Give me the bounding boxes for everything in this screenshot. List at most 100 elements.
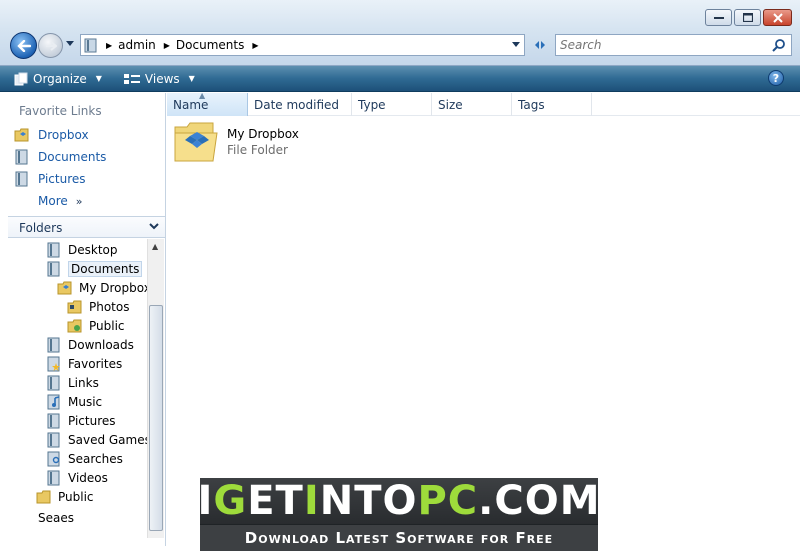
minimize-button[interactable] — [705, 9, 732, 26]
tree-item-music[interactable]: Music — [46, 392, 102, 411]
desktop-folder-icon — [47, 242, 60, 257]
column-label: Date modified — [254, 98, 340, 112]
address-bar[interactable]: ▶ admin ▶ Documents ▶ — [80, 34, 525, 56]
views-chevron-down-icon: ▼ — [188, 74, 195, 83]
chevron-down-icon — [149, 223, 159, 230]
tree-item-label: Pictures — [68, 413, 116, 428]
tree-item-desktop[interactable]: Desktop — [46, 240, 118, 259]
watermark-logo-part: I — [197, 478, 214, 524]
recent-pages-chevron-down-icon[interactable] — [66, 41, 74, 46]
tree-item-partial[interactable]: Seaes — [38, 508, 74, 527]
dropbox-folder-icon — [57, 281, 72, 294]
forward-button[interactable] — [38, 33, 63, 58]
close-icon — [772, 12, 783, 23]
watermark-logo-part: ET — [247, 478, 304, 524]
folders-header: Folders — [19, 221, 63, 235]
folder-icon — [36, 490, 51, 503]
more-label: More — [38, 194, 68, 208]
tree-item-saved-games[interactable]: Saved Games — [46, 430, 151, 449]
tree-item-label: Public — [58, 489, 94, 504]
tree-item-label: Documents — [68, 260, 143, 277]
organize-icon — [14, 72, 28, 85]
tree-item-label: Links — [68, 375, 99, 390]
watermark-logo-part: PC — [417, 478, 479, 524]
tree-item-pictures[interactable]: Pictures — [46, 411, 116, 430]
favorites-star-icon — [47, 356, 60, 371]
tree-item-my-dropbox[interactable]: My Dropbox — [57, 278, 151, 297]
tree-scrollbar[interactable]: ▲ — [147, 239, 164, 538]
breadcrumb-admin[interactable]: admin — [118, 38, 156, 52]
tree-item-public-sub[interactable]: Public — [67, 316, 125, 335]
column-label: Tags — [518, 98, 545, 112]
tree-item-downloads[interactable]: Downloads — [46, 335, 134, 354]
column-header-date-modified[interactable]: Date modified — [248, 93, 352, 116]
maximize-icon — [742, 13, 753, 22]
organize-button[interactable]: Organize ▼ — [0, 66, 110, 92]
refresh-button[interactable] — [529, 36, 551, 54]
favorite-link-label: Dropbox — [38, 128, 89, 142]
dropbox-folder-icon — [174, 122, 218, 162]
watermark-logo-part: G — [213, 478, 248, 524]
tree-item-public[interactable]: Public — [36, 487, 94, 506]
links-folder-icon — [47, 375, 60, 390]
address-dropdown-chevron-down-icon[interactable] — [512, 42, 520, 47]
favorite-link-label: Documents — [38, 150, 107, 164]
tree-item-links[interactable]: Links — [46, 373, 99, 392]
file-item-my-dropbox[interactable]: My Dropbox File Folder — [173, 119, 333, 165]
file-name: My Dropbox — [227, 127, 299, 141]
column-header-size[interactable]: Size — [432, 93, 512, 116]
help-button[interactable]: ? — [768, 70, 784, 86]
tree-item-label: Searches — [68, 451, 123, 466]
tree-item-favorites[interactable]: Favorites — [46, 354, 122, 373]
tree-item-photos[interactable]: Photos — [67, 297, 129, 316]
breadcrumb-separator-icon[interactable]: ▶ — [164, 41, 170, 50]
folder-icon — [67, 300, 82, 313]
column-header-tags[interactable]: Tags — [512, 93, 592, 116]
tree-item-label: Favorites — [68, 356, 123, 371]
documents-library-icon — [47, 261, 60, 276]
views-icon — [123, 73, 140, 84]
navigation-row: ▶ admin ▶ Documents ▶ — [8, 30, 792, 60]
breadcrumb-separator-icon[interactable]: ▶ — [252, 41, 258, 50]
scrollbar-thumb[interactable] — [149, 305, 163, 531]
breadcrumb-documents[interactable]: Documents — [176, 38, 244, 52]
watermark-banner: I G ET I NTO PC .COM Download Latest Sof… — [197, 478, 601, 551]
maximize-button[interactable] — [734, 9, 761, 26]
scroll-up-arrow-icon[interactable]: ▲ — [152, 242, 158, 251]
column-headers: ▲ Name Date modified Type Size Tags — [167, 91, 800, 116]
watermark-logo: I G ET I NTO PC .COM — [197, 478, 601, 524]
tree-item-videos[interactable]: Videos — [46, 468, 108, 487]
favorite-link-documents[interactable]: Documents — [14, 147, 106, 167]
tree-item-searches[interactable]: Searches — [46, 449, 123, 468]
column-header-type[interactable]: Type — [352, 93, 432, 116]
search-icon[interactable] — [772, 38, 786, 52]
breadcrumb-separator-icon[interactable]: ▶ — [106, 41, 112, 50]
watermark-tagline: Download Latest Software for Free — [200, 525, 598, 551]
arrow-left-icon — [16, 39, 31, 52]
arrow-right-icon — [45, 40, 57, 51]
breadcrumb: ▶ admin ▶ Documents ▶ — [98, 38, 265, 52]
tree-item-label: Downloads — [68, 337, 134, 352]
watermark-logo-part: .COM — [478, 478, 601, 524]
pictures-folder-icon — [47, 413, 60, 428]
minimize-icon — [713, 16, 724, 19]
back-button[interactable] — [10, 32, 37, 59]
search-input[interactable] — [556, 38, 761, 52]
tree-item-label: Photos — [89, 299, 130, 314]
column-header-name[interactable]: ▲ Name — [167, 91, 248, 116]
file-type: File Folder — [227, 143, 288, 157]
favorite-link-dropbox[interactable]: Dropbox — [14, 125, 89, 145]
dropbox-folder-icon — [14, 128, 29, 142]
views-button[interactable]: Views ▼ — [110, 66, 203, 92]
folders-header-bar[interactable]: Folders — [8, 216, 165, 238]
tree-item-label: Public — [89, 318, 125, 333]
favorite-link-pictures[interactable]: Pictures — [14, 169, 86, 189]
tree-item-documents[interactable]: Documents — [46, 259, 143, 278]
favorite-links-more[interactable]: More » — [38, 194, 82, 208]
window-titlebar: ▶ admin ▶ Documents ▶ — [0, 0, 800, 66]
double-chevron-right-icon: » — [75, 194, 83, 208]
searches-folder-icon — [47, 451, 60, 466]
close-button[interactable] — [763, 9, 792, 26]
watermark-logo-part: I — [303, 478, 320, 524]
column-label: Name — [173, 98, 209, 112]
